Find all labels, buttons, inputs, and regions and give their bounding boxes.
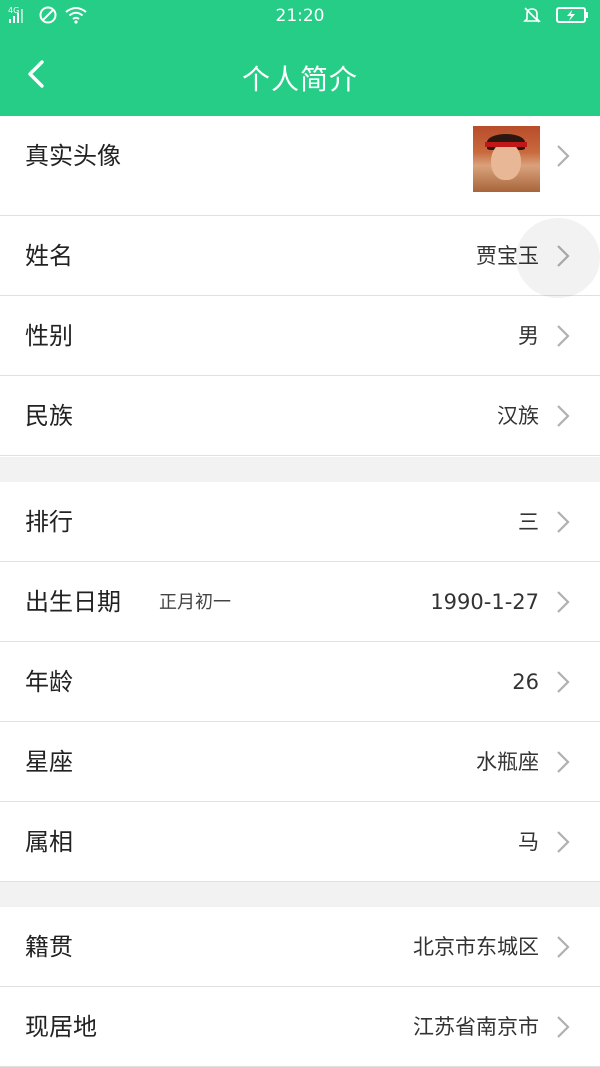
row-value: 汉族 [497,404,539,428]
row-value: 马 [518,830,539,854]
row-name[interactable]: 姓名 贾宝玉 [0,216,600,296]
page-title: 个人简介 [241,63,358,96]
row-value: 男 [518,324,539,348]
row-label: 属相 [25,828,73,856]
row-label: 真实头像 [25,142,121,170]
row-label: 排行 [25,508,73,536]
row-rank[interactable]: 排行 三 [0,482,600,562]
mute-bell-icon [523,7,541,23]
row-label: 姓名 [25,242,73,270]
row-value: 三 [518,510,539,534]
section-basic-info: 真实头像 姓名 贾宝玉 性别 男 民族 汉族 [0,116,600,457]
row-gender[interactable]: 性别 男 [0,296,600,376]
row-value: 江苏省南京市 [413,1015,539,1039]
touch-ripple [516,218,600,298]
row-value: 1990-1-27 [430,590,539,614]
chevron-right-icon [557,831,570,853]
chevron-right-icon [557,591,570,613]
section-birth-info: 排行 三 出生日期 正月初一 1990-1-27 年龄 26 星座 水瓶座 属相… [0,482,600,882]
chevron-right-icon [557,1016,570,1038]
row-label: 民族 [25,402,73,430]
chevron-right-icon [557,751,570,773]
chevron-right-icon [557,145,570,167]
chevron-right-icon [557,671,570,693]
chevron-right-icon [557,325,570,347]
lunar-date: 正月初一 [159,592,231,613]
row-label: 现居地 [25,1013,97,1041]
chevron-right-icon [557,405,570,427]
row-birthdate[interactable]: 出生日期 正月初一 1990-1-27 [0,562,600,642]
section-location: 籍贯 北京市东城区 现居地 江苏省南京市 [0,907,600,1067]
row-age[interactable]: 年龄 26 [0,642,600,722]
battery-charging-icon [556,7,588,23]
chevron-right-icon [557,511,570,533]
row-value: 北京市东城区 [413,935,539,959]
row-hometown[interactable]: 籍贯 北京市东城区 [0,907,600,987]
row-value: 26 [512,670,539,694]
status-right [522,5,590,25]
row-label: 年龄 [25,668,73,696]
nav-bar: 个人简介 [0,32,600,116]
row-label: 籍贯 [25,933,73,961]
row-zodiac[interactable]: 星座 水瓶座 [0,722,600,802]
row-ethnicity[interactable]: 民族 汉族 [0,376,600,456]
row-label: 性别 [25,322,73,350]
status-bar: 4G 21:20 [0,0,600,32]
row-chinese-zodiac[interactable]: 属相 马 [0,802,600,882]
row-label: 星座 [25,748,73,776]
avatar [473,126,540,192]
row-residence[interactable]: 现居地 江苏省南京市 [0,987,600,1067]
row-label: 出生日期 [25,588,121,616]
status-time: 21:20 [275,6,325,26]
row-avatar[interactable]: 真实头像 [0,116,600,216]
chevron-right-icon [557,936,570,958]
row-value: 水瓶座 [476,750,539,774]
